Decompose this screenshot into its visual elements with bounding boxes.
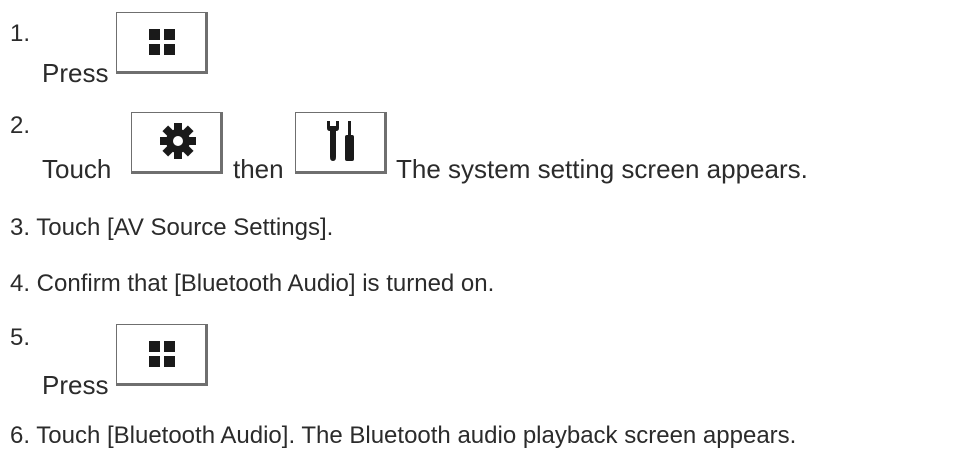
step-3: 3. Touch [AV Source Settings]. [10,214,334,241]
step-number: 5. [10,324,31,351]
settings-button[interactable] [131,112,223,174]
step-label: Press [42,58,109,88]
home-grid-icon [149,29,175,55]
home-grid-icon [149,341,175,367]
gear-icon [160,123,196,159]
step-6: 6. Touch [Bluetooth Audio]. The Bluetoot… [10,422,797,449]
system-settings-button[interactable] [295,112,387,174]
home-button[interactable] [116,12,208,74]
step-number: 1. [10,20,31,47]
step-result-text: The system setting screen appears. [396,154,808,184]
connector-text: then [233,154,284,184]
home-button[interactable] [116,324,208,386]
step-4: 4. Confirm that [Bluetooth Audio] is tur… [10,270,495,297]
step-label: Touch [42,154,112,184]
tools-icon [327,121,354,161]
step-number: 2. [10,112,31,139]
step-label: Press [42,370,109,400]
